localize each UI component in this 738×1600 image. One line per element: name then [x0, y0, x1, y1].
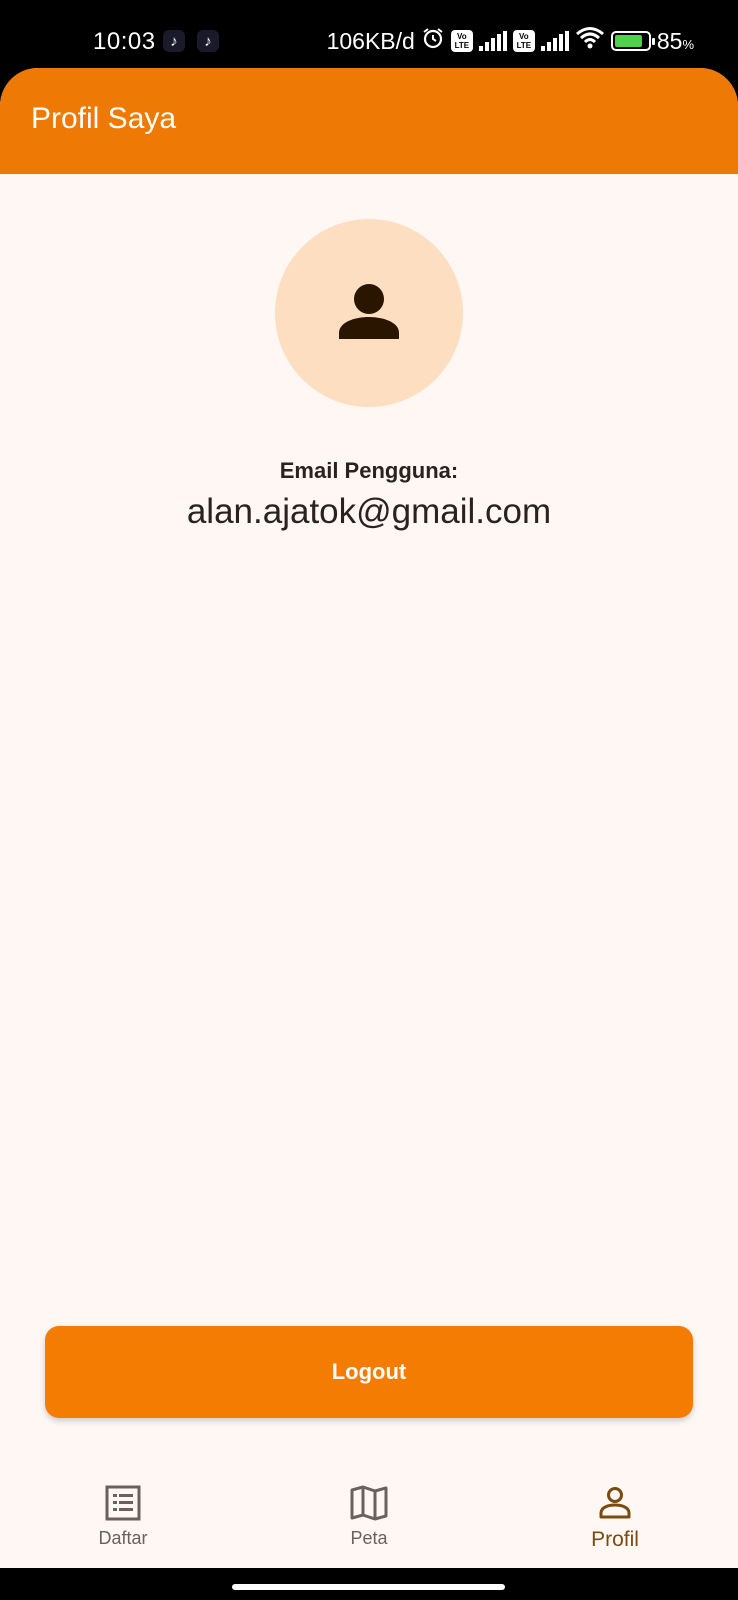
logout-button[interactable]: Logout	[45, 1326, 693, 1418]
nav-item-profil[interactable]: Profil	[535, 1468, 695, 1568]
status-time: 10:03	[93, 28, 156, 55]
wifi-icon	[575, 26, 605, 56]
signal-icon	[540, 31, 569, 51]
nav-item-daftar[interactable]: Daftar	[43, 1468, 203, 1568]
nav-label-peta: Peta	[350, 1528, 388, 1548]
home-indicator[interactable]	[232, 1584, 505, 1590]
list-icon	[105, 1484, 141, 1522]
nav-label-profil: Profil	[591, 1528, 639, 1551]
network-speed: 106KB/d	[326, 27, 415, 54]
avatar	[275, 219, 463, 407]
nav-label-daftar: Daftar	[98, 1528, 148, 1548]
battery-icon	[610, 31, 655, 51]
bottom-navigation: Daftar Peta Profil	[0, 1468, 738, 1568]
app-bar: Profil Saya	[0, 68, 738, 174]
app-screen: Profil Saya Email Pengguna: alan.ajatok@…	[0, 68, 738, 1568]
volte-icon: Vo LTE	[512, 30, 535, 52]
map-icon	[350, 1484, 388, 1522]
person-icon	[337, 279, 401, 348]
nav-item-peta[interactable]: Peta	[289, 1468, 449, 1568]
status-indicators: 106KB/d Vo LTE Vo LTE 85%	[327, 26, 694, 56]
volte-icon: Vo LTE	[450, 30, 473, 52]
email-value: alan.ajatok@gmail.com	[186, 492, 552, 531]
page-title: Profil Saya	[31, 102, 177, 135]
battery-percent: 85%	[656, 27, 694, 54]
tiktok-icon: ♪	[197, 30, 219, 52]
email-label: Email Pengguna:	[279, 458, 459, 483]
alarm-icon	[421, 26, 445, 56]
signal-icon	[478, 31, 507, 51]
tiktok-icon: ♪	[163, 30, 185, 52]
status-bar: 10:03 ♪ ♪ 106KB/d Vo LTE Vo LTE 85%	[0, 0, 738, 66]
person-icon	[598, 1484, 632, 1522]
